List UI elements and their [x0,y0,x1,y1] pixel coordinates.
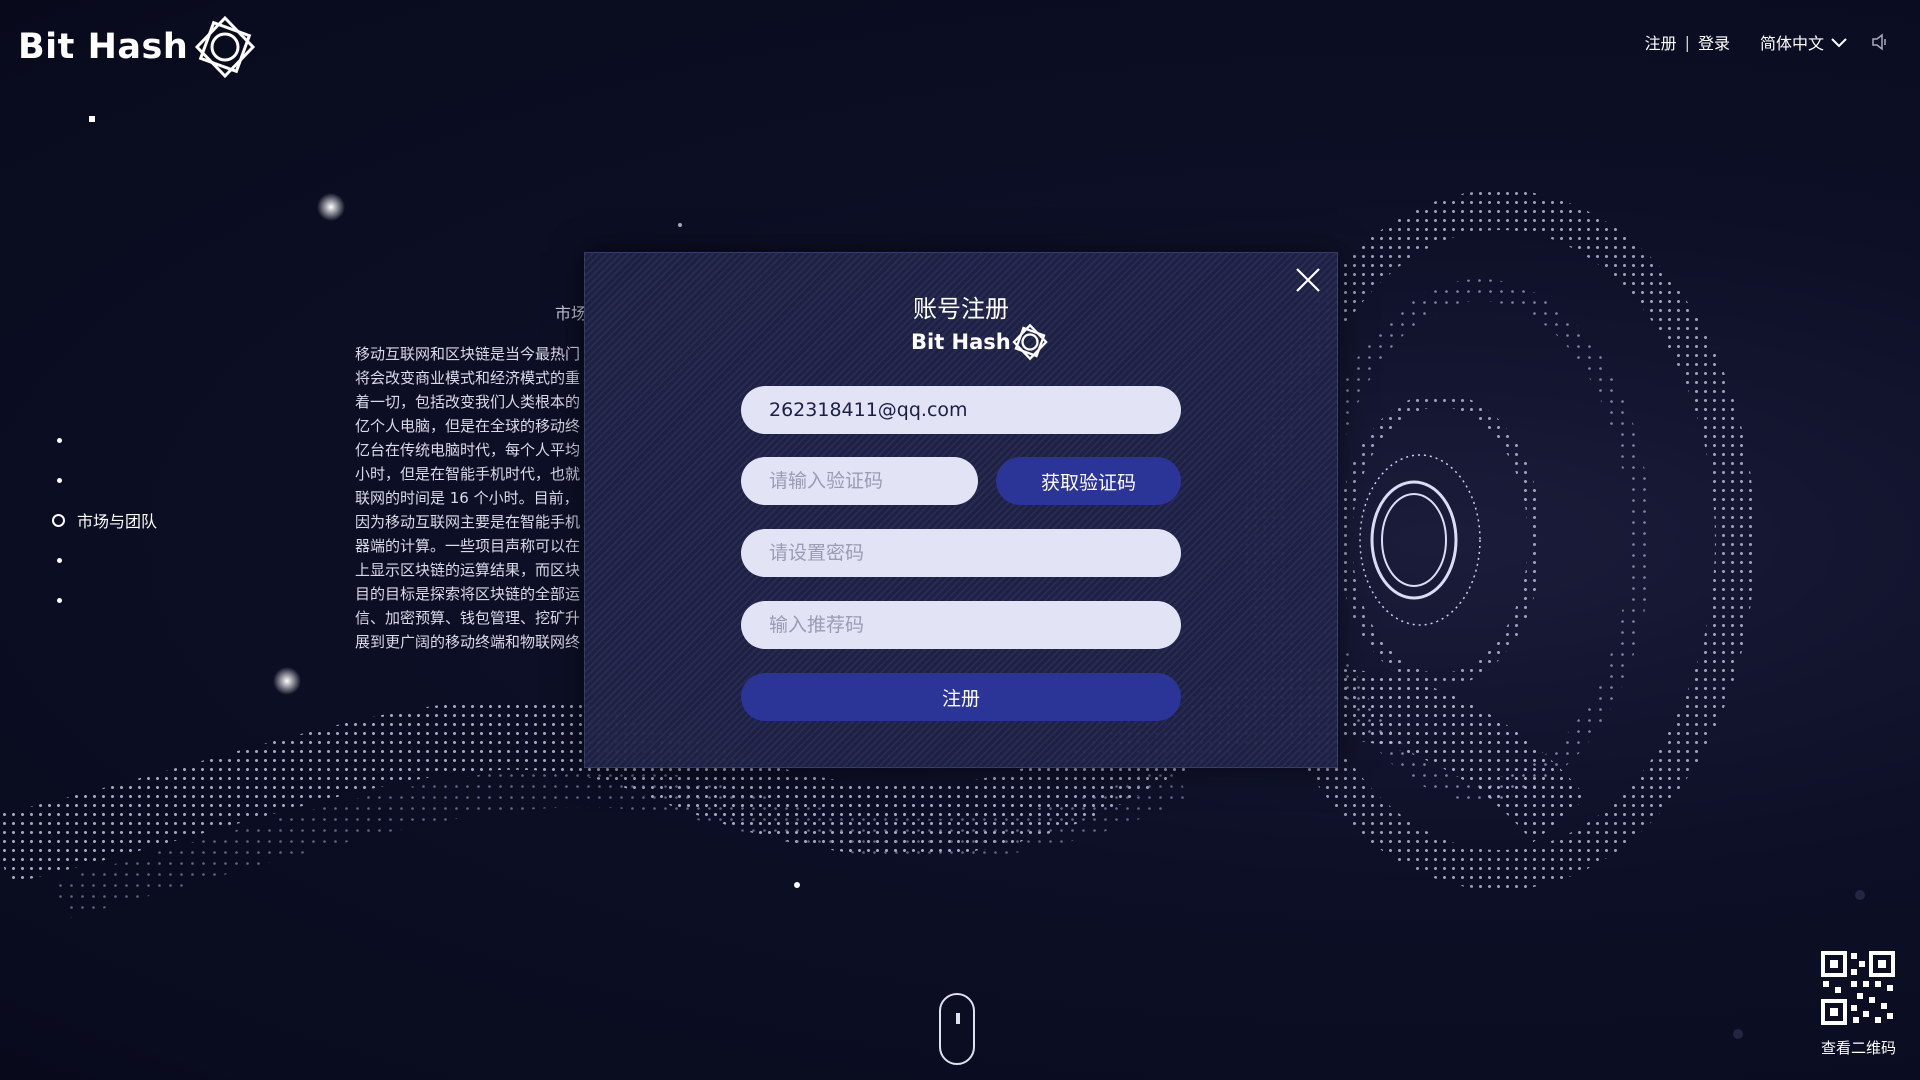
article-line: 上显示区块链的运算结果，而区块 [355,561,581,579]
side-nav-item-2[interactable] [52,460,157,500]
article-line: 信、加密预算、钱包管理、挖矿升 [355,609,581,627]
brand-name: Bit Hash [18,27,189,67]
nav-ring-icon [52,513,65,527]
register-modal: 账号注册 Bit Hash 获取验证码 注册 [584,252,1338,768]
side-nav-item-active[interactable]: 市场与团队 [52,500,157,540]
language-selector[interactable]: 简体中文 [1760,30,1848,54]
modal-brand-name: Bit Hash [911,330,1011,354]
article-line: 亿个人电脑，但是在全球的移动终 [355,417,581,435]
article-line: 展到更广阔的移动终端和物联网终 [355,633,581,651]
nav-dot-icon [57,557,62,563]
article-line: 目的目标是探索将区块链的全部运 [355,585,581,603]
register-link[interactable]: 注册 [1645,30,1677,54]
article-title: 市场 [555,304,585,323]
article-line: 器端的计算。一些项目声称可以在 [355,537,581,555]
qr-code-widget[interactable]: 查看二维码 [1821,951,1896,1058]
article-line: 将会改变商业模式和经济模式的重 [355,369,581,387]
nav-dot-icon [57,597,62,603]
section-marker [89,116,95,122]
nav-dot-icon [57,477,62,483]
login-link[interactable]: 登录 [1698,30,1730,54]
verification-code-field[interactable] [741,457,978,505]
chevron-down-icon [1831,38,1847,48]
article-body: 移动互联网和区块链是当今最热门 将会改变商业模式和经济模式的重 着一切，包括改变… [355,342,585,654]
register-submit-button[interactable]: 注册 [741,673,1181,721]
modal-title: 账号注册 [913,295,1009,323]
speaker-icon[interactable] [1870,32,1890,52]
topbar-separator: | [1684,32,1690,52]
side-nav: 市场与团队 [52,420,157,620]
qr-code-label: 查看二维码 [1820,1039,1896,1057]
get-code-button[interactable]: 获取验证码 [996,457,1181,505]
article-line: 联网的时间是 16 个小时。目前， [355,489,579,507]
qr-code-icon [1821,951,1896,1025]
market-article: 市场 移动互联网和区块链是当今最热门 将会改变商业模式和经济模式的重 着一切，包… [355,300,585,654]
article-line: 小时，但是在智能手机时代，也就 [355,465,581,483]
side-nav-item-5[interactable] [52,580,157,620]
top-bar: 注册 | 登录 简体中文 [1645,30,1890,54]
password-field[interactable] [741,529,1181,577]
article-line: 因为移动互联网主要是在智能手机 [355,513,581,531]
mouse-wheel [956,1013,960,1024]
brand-logo[interactable]: Bit Hash [18,14,258,80]
scroll-mouse-icon[interactable] [939,993,975,1065]
side-nav-item-1[interactable] [52,420,157,460]
nav-dot-icon [57,437,62,443]
side-nav-active-label: 市场与团队 [77,512,158,531]
language-label: 简体中文 [1759,34,1824,53]
article-line: 亿台在传统电脑时代，每个人平均 [355,441,581,459]
side-nav-item-4[interactable] [52,540,157,580]
brand-gem-icon [1012,323,1048,361]
article-line: 移动互联网和区块链是当今最热门 [355,345,581,363]
email-field[interactable] [741,386,1181,434]
referral-code-field[interactable] [741,601,1181,649]
modal-brand-logo: Bit Hash [911,323,1049,361]
brand-gem-icon [195,15,256,79]
article-line: 着一切，包括改变我们人类根本的 [355,393,581,411]
